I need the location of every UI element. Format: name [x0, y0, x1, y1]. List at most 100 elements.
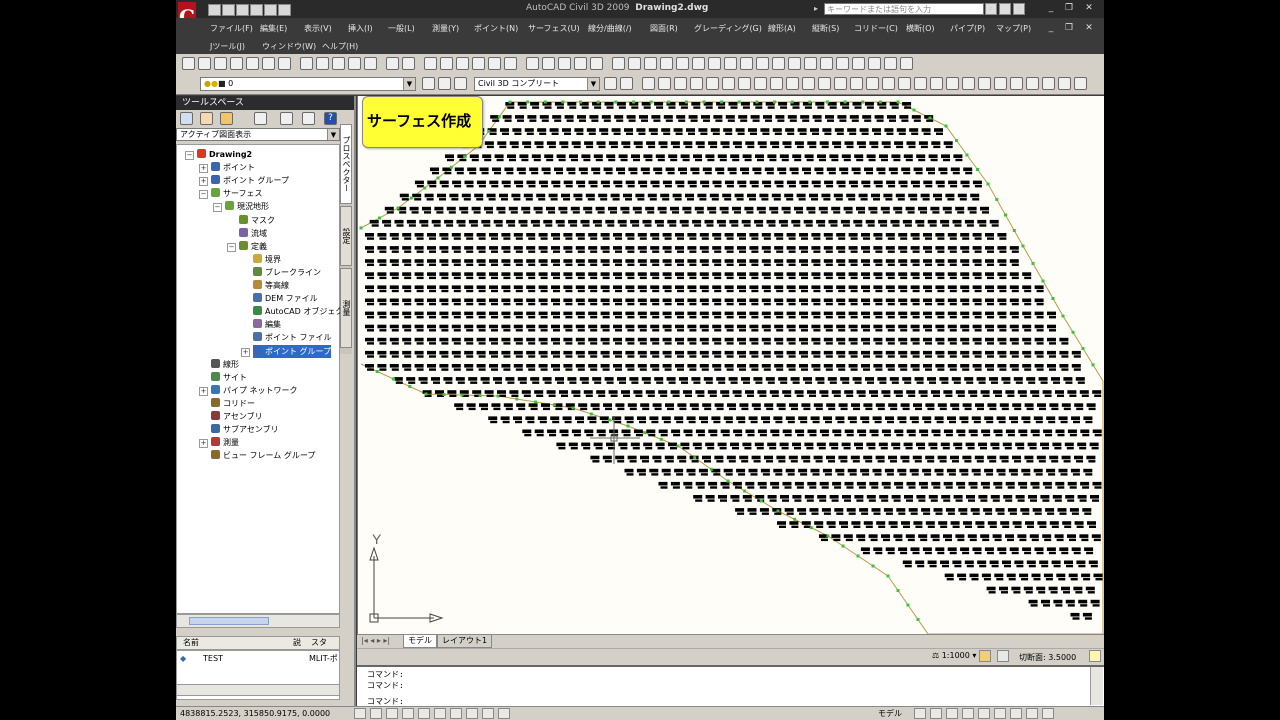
make-block-icon[interactable]: [804, 57, 817, 70]
civil-tool-17-icon[interactable]: [898, 77, 911, 90]
tree-node[interactable]: ポイント ファイル: [253, 331, 332, 344]
paste-icon[interactable]: [332, 57, 345, 70]
open-icon[interactable]: [222, 4, 235, 16]
civil-tool-23-icon[interactable]: [994, 77, 1007, 90]
tree-node[interactable]: アセンブリ: [211, 410, 263, 423]
menu-map[interactable]: マップ(P): [996, 23, 1031, 34]
insert-block-icon[interactable]: [788, 57, 801, 70]
redo-icon[interactable]: [278, 4, 291, 16]
menu-window[interactable]: ウィンドウ(W): [262, 41, 316, 52]
arc-icon[interactable]: [692, 57, 705, 70]
preview-icon[interactable]: [280, 112, 293, 125]
tab-model[interactable]: モデル: [403, 635, 437, 648]
new-icon[interactable]: [182, 57, 195, 70]
revision-cloud-icon[interactable]: [724, 57, 737, 70]
magnify-icon[interactable]: [254, 112, 267, 125]
zoom-icon[interactable]: [962, 708, 974, 719]
tab-layout1[interactable]: レイアウト1: [437, 635, 493, 648]
region-icon[interactable]: [868, 57, 881, 70]
tree-node[interactable]: 等高線: [253, 279, 289, 292]
civil-tool-18-icon[interactable]: [914, 77, 927, 90]
layer-state-icon[interactable]: [454, 77, 467, 90]
tree-node[interactable]: パイプ ネットワーク: [211, 384, 298, 397]
save-icon[interactable]: [214, 57, 227, 70]
rectangle-icon[interactable]: [676, 57, 689, 70]
col-name[interactable]: 名前: [183, 637, 199, 649]
command-scrollbar[interactable]: [1090, 667, 1103, 705]
civil-tool-9-icon[interactable]: [770, 77, 783, 90]
civil-tool-4-icon[interactable]: [690, 77, 703, 90]
line-icon[interactable]: [612, 57, 625, 70]
layer-previous-icon[interactable]: [438, 77, 451, 90]
dyn-toggle-icon[interactable]: [466, 708, 478, 719]
civil-tool-6-icon[interactable]: [722, 77, 735, 90]
menu-alignments[interactable]: 線形(A): [768, 23, 796, 34]
qp-toggle-icon[interactable]: [498, 708, 510, 719]
tree-node[interactable]: コリドー: [211, 397, 255, 410]
view-selector[interactable]: アクティブ図面表示 ▼: [176, 128, 340, 141]
polar-toggle-icon[interactable]: [402, 708, 414, 719]
tab-survey[interactable]: 測量: [340, 268, 352, 348]
design-center-icon[interactable]: [504, 57, 517, 70]
match-properties-icon[interactable]: [348, 57, 361, 70]
menu-lines-curves[interactable]: 線分/曲線(/): [588, 23, 632, 34]
expand-icon[interactable]: +: [199, 386, 208, 396]
tool-palettes-icon[interactable]: [526, 57, 539, 70]
civil-tool-5-icon[interactable]: [706, 77, 719, 90]
close-icon[interactable]: ✕: [1082, 2, 1096, 15]
polyline-icon[interactable]: [644, 57, 657, 70]
survey-icon[interactable]: [220, 112, 233, 125]
layer-dropdown[interactable]: ●●■ 0 ▼: [200, 77, 416, 91]
col-desc[interactable]: 説: [293, 637, 301, 649]
expand-icon[interactable]: +: [241, 347, 250, 357]
tree-node[interactable]: 線形: [211, 358, 239, 371]
annotation-scale[interactable]: ⚖ 1:1000 ▾: [932, 651, 976, 660]
otrack-toggle-icon[interactable]: [434, 708, 446, 719]
block-editor-icon[interactable]: [364, 57, 377, 70]
undo-icon[interactable]: [264, 4, 277, 16]
zoom-previous-icon[interactable]: [472, 57, 485, 70]
col-style[interactable]: スタ: [311, 637, 327, 649]
publish-icon[interactable]: [262, 57, 275, 70]
civil-tool-21-icon[interactable]: [962, 77, 975, 90]
tree-node[interactable]: 流域: [239, 227, 267, 240]
zoom-window-icon[interactable]: [456, 57, 469, 70]
restore-icon[interactable]: ❐: [1062, 2, 1076, 15]
menu-surfaces[interactable]: サーフェス(U): [528, 23, 580, 34]
undo-icon[interactable]: [386, 57, 399, 70]
collapse-icon[interactable]: −: [213, 203, 222, 213]
tree-node[interactable]: ポイント: [211, 161, 255, 174]
style-manager-icon[interactable]: [620, 77, 633, 90]
layout-view-icon[interactable]: [914, 708, 926, 719]
menu-grading[interactable]: グレーディング(G): [694, 23, 762, 34]
circle-icon[interactable]: [708, 57, 721, 70]
lock-icon[interactable]: [1010, 708, 1022, 719]
copy-icon[interactable]: [316, 57, 329, 70]
menu-profiles[interactable]: 縦断(S): [812, 23, 839, 34]
tree-node[interactable]: ポイント グループ: [253, 344, 332, 358]
grid-toggle-icon[interactable]: [370, 708, 382, 719]
civil-tool-24-icon[interactable]: [1010, 77, 1023, 90]
tree-node[interactable]: 境界: [253, 253, 281, 266]
sheet-set-icon[interactable]: [542, 57, 555, 70]
tree-node[interactable]: 定義: [239, 240, 267, 253]
construction-line-icon[interactable]: [628, 57, 641, 70]
search-icon[interactable]: ⌕: [985, 3, 997, 15]
tab-settings[interactable]: 設定: [340, 206, 352, 266]
cut-icon[interactable]: [300, 57, 313, 70]
help-icon[interactable]: ?: [324, 112, 337, 125]
autoscale-icon[interactable]: [997, 650, 1009, 662]
civil-tool-13-icon[interactable]: [834, 77, 847, 90]
command-window[interactable]: コマンド: コマンド: コマンド:: [357, 665, 1104, 708]
list-view-icon[interactable]: [302, 112, 315, 125]
mtext-icon[interactable]: [900, 57, 913, 70]
civil-tool-1-icon[interactable]: [642, 77, 655, 90]
ducs-toggle-icon[interactable]: [450, 708, 462, 719]
civil-tool-14-icon[interactable]: [850, 77, 863, 90]
civil-tool-28-icon[interactable]: [1074, 77, 1087, 90]
expand-icon[interactable]: +: [199, 164, 208, 174]
drawing-view-icon[interactable]: [930, 708, 942, 719]
civil-tool-12-icon[interactable]: [818, 77, 831, 90]
tree-hscrollbar[interactable]: [176, 614, 340, 628]
tree-node[interactable]: マスク: [239, 214, 275, 227]
